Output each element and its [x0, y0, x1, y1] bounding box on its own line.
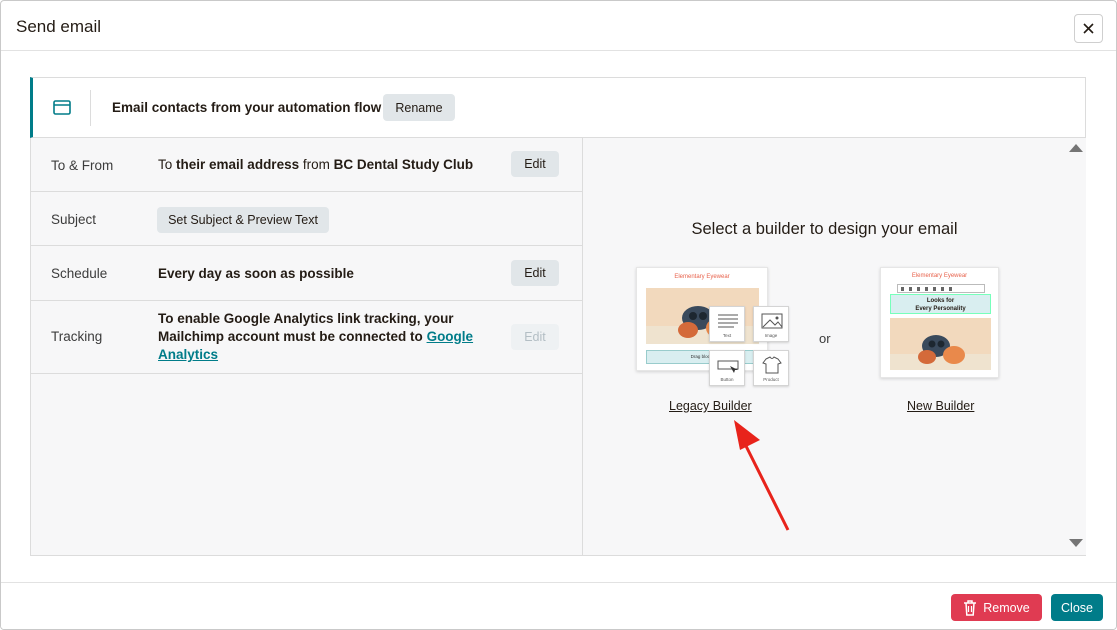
builder-selection: Select a builder to design your email El…: [583, 138, 1086, 555]
modal-title: Send email: [16, 17, 102, 36]
to-from-edit-button[interactable]: Edit: [511, 151, 559, 177]
remove-button[interactable]: Remove: [951, 594, 1042, 621]
scroll-down-arrow-icon[interactable]: [1069, 539, 1083, 547]
headline-line-2: Every Personality: [915, 306, 966, 312]
image-block-label: Image: [764, 333, 778, 338]
new-preview-toolbar: [897, 284, 985, 293]
product-block-label: Product: [763, 377, 779, 382]
schedule-edit-button[interactable]: Edit: [511, 260, 559, 286]
rename-button[interactable]: Rename: [383, 94, 455, 121]
annotation-arrow-icon: [734, 420, 790, 531]
text-block-icon: Text: [709, 306, 745, 342]
automation-flow-bar: Email contacts from your automation flow…: [30, 77, 1086, 138]
to-from-label: To & From: [51, 158, 114, 173]
schedule-value: Every day as soon as possible: [158, 266, 354, 281]
headline-line-1: Looks for: [926, 298, 955, 304]
mail-icon: [53, 100, 71, 115]
new-builder-preview[interactable]: Elementary Eyewear Looks for Every Perso…: [880, 267, 999, 378]
set-subject-button[interactable]: Set Subject & Preview Text: [157, 207, 329, 233]
new-preview-header: Elementary Eyewear: [911, 273, 968, 279]
legacy-builder-preview[interactable]: Elementary Eyewear Drag blocks: [636, 267, 768, 371]
divider: [90, 90, 91, 126]
row-to-from: To & From To their email address from BC…: [31, 138, 582, 192]
new-preview-headline: Looks for Every Personality: [890, 294, 991, 314]
close-button[interactable]: Close: [1051, 594, 1103, 621]
button-block-label: Button: [720, 377, 734, 382]
legacy-builder-link[interactable]: Legacy Builder: [669, 399, 752, 413]
tracking-description: To enable Google Analytics link tracking…: [158, 310, 488, 364]
from-prefix: from: [302, 157, 330, 172]
close-icon[interactable]: [1074, 14, 1103, 43]
new-preview-image: [890, 318, 991, 370]
product-block-icon: Product: [753, 350, 789, 386]
send-email-modal: Send email Email contacts from your auto…: [0, 0, 1117, 630]
schedule-label: Schedule: [51, 266, 108, 281]
text-block-label: Text: [722, 333, 732, 338]
tracking-label: Tracking: [51, 329, 103, 344]
scroll-up-arrow-icon[interactable]: [1069, 144, 1083, 152]
image-block-icon: Image: [753, 306, 789, 342]
to-value: their email address: [176, 157, 300, 172]
to-from-value: To their email address from BC Dental St…: [158, 157, 473, 172]
modal-footer: Remove Close: [1, 582, 1116, 629]
or-separator: or: [819, 331, 831, 346]
legacy-preview-header: Elementary Eyewear: [674, 274, 730, 280]
tracking-edit-button: Edit: [511, 324, 559, 350]
from-value: BC Dental Study Club: [333, 157, 474, 172]
settings-list: To & From To their email address from BC…: [31, 138, 583, 555]
modal-header: Send email: [1, 1, 1116, 51]
to-prefix: To: [158, 157, 173, 172]
new-builder-link[interactable]: New Builder: [907, 399, 974, 413]
tracking-text: To enable Google Analytics link tracking…: [158, 311, 454, 344]
flow-description: Email contacts from your automation flow: [112, 100, 382, 115]
trash-icon: [964, 599, 977, 616]
builder-heading: Select a builder to design your email: [691, 220, 958, 238]
remove-label: Remove: [983, 600, 1030, 615]
row-schedule: Schedule Every day as soon as possible E…: [31, 246, 582, 301]
row-subject: Subject Set Subject & Preview Text: [31, 192, 582, 246]
subject-label: Subject: [51, 212, 97, 227]
email-settings-panel: To & From To their email address from BC…: [30, 138, 1086, 556]
modal-body: Email contacts from your automation flow…: [1, 52, 1116, 582]
button-block-icon: Button: [709, 350, 745, 386]
row-tracking: Tracking To enable Google Analytics link…: [31, 301, 582, 374]
